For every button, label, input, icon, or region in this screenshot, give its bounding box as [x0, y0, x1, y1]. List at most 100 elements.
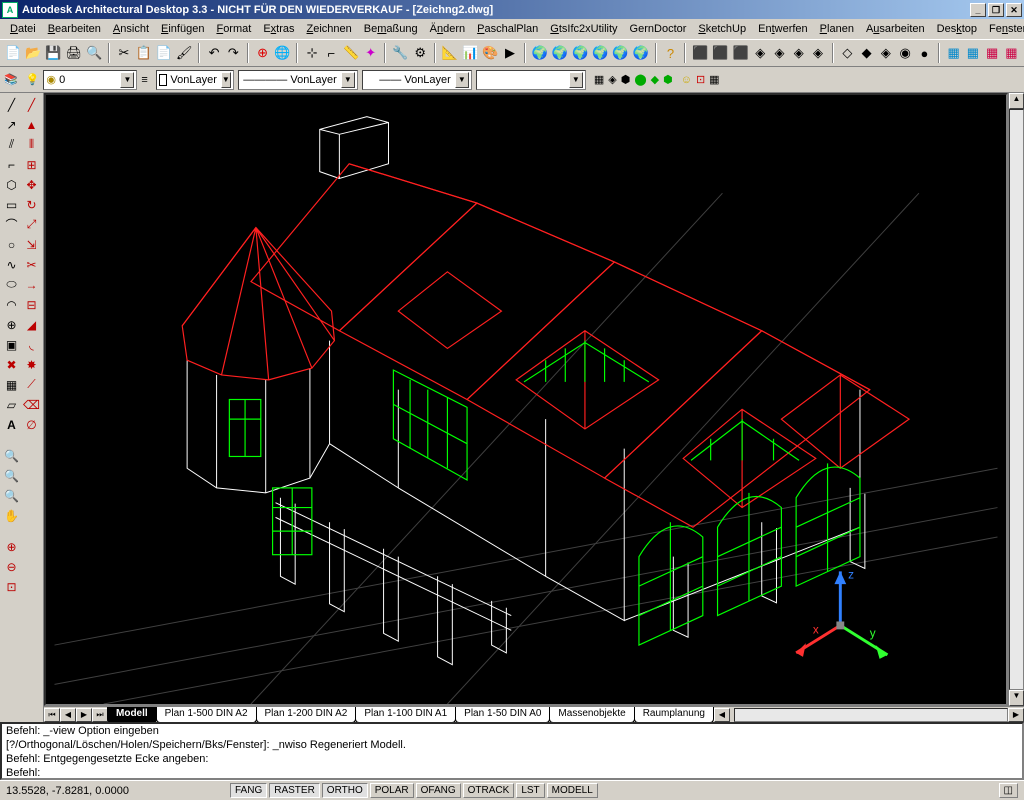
view-iso1-icon[interactable]: ◈ — [752, 43, 769, 63]
close-button[interactable]: ✕ — [1006, 3, 1022, 17]
tab-plan-1-100[interactable]: Plan 1-100 DIN A1 — [355, 707, 456, 723]
tab-prev-icon[interactable]: ◀ — [60, 708, 76, 722]
vp4-icon[interactable]: ▦ — [1003, 43, 1020, 63]
status-raster[interactable]: RASTER — [269, 783, 320, 798]
pline-icon[interactable]: ⌐ — [2, 155, 21, 174]
status-lst[interactable]: LST — [516, 783, 544, 798]
menu-entwerfen[interactable]: Entwerfen — [752, 21, 814, 37]
erase-icon[interactable]: ∅ — [22, 415, 41, 434]
dropdown-icon[interactable]: ▼ — [120, 72, 134, 88]
run-icon[interactable]: ▶ — [501, 43, 518, 63]
polygon-icon[interactable]: ⬡ — [2, 175, 21, 194]
hatch-icon[interactable]: ▦ — [2, 375, 21, 394]
fillet-icon[interactable]: ◟ — [22, 335, 41, 354]
lineweight-combo[interactable]: —— VonLayer▼ — [362, 70, 472, 90]
zoom-extents-icon[interactable]: ⊡ — [2, 577, 21, 596]
line-icon[interactable]: ╱ — [2, 95, 21, 114]
spline-icon[interactable]: ∿ — [2, 255, 21, 274]
explode-icon[interactable]: ✸ — [22, 355, 41, 374]
redo-icon[interactable]: ↷ — [225, 43, 242, 63]
scroll-down-icon[interactable]: ▼ — [1009, 690, 1024, 706]
dropdown-icon[interactable]: ▼ — [221, 72, 231, 88]
menu-bearbeiten[interactable]: Bearbeiten — [42, 21, 107, 37]
tab-plan-1-500[interactable]: Plan 1-500 DIN A2 — [156, 707, 257, 723]
tab-next-icon[interactable]: ▶ — [76, 708, 92, 722]
globe4-icon[interactable]: 🌍 — [591, 43, 609, 63]
globe5-icon[interactable]: 🌍 — [611, 43, 629, 63]
today-icon[interactable]: ⊕ — [254, 43, 271, 63]
dcenter-icon[interactable]: 📐 — [441, 43, 459, 63]
zoom-prev-icon[interactable]: 🔍 — [2, 486, 21, 505]
ellipse-icon[interactable]: ⬭ — [2, 275, 21, 294]
open-icon[interactable]: 📂 — [24, 43, 42, 63]
obj3-icon[interactable]: ⬢ — [621, 73, 631, 86]
obj5-icon[interactable]: ◆ — [651, 73, 659, 86]
menu-planen[interactable]: Planen — [814, 21, 860, 37]
plotstyle-combo[interactable]: ▼ — [476, 70, 586, 90]
hscroll-track[interactable] — [734, 708, 1008, 722]
hyperlink-icon[interactable]: 🌐 — [273, 43, 291, 63]
ucs-icon[interactable]: ⌐ — [323, 43, 340, 63]
menu-ausarbeiten[interactable]: Ausarbeiten — [860, 21, 931, 37]
offset-icon[interactable]: ⫴ — [22, 135, 41, 154]
zoom-out-icon[interactable]: ⊖ — [2, 557, 21, 576]
view-top-icon[interactable]: ⬛ — [691, 43, 709, 63]
arc-icon[interactable]: ⌒ — [2, 215, 21, 234]
face2-icon[interactable]: ⊡ — [696, 73, 705, 86]
cut-icon[interactable]: ✂ — [115, 43, 132, 63]
rect-icon[interactable]: ▭ — [2, 195, 21, 214]
menu-gerndoctor[interactable]: GernDoctor — [624, 21, 693, 37]
menu-fenster[interactable]: Fenster — [983, 21, 1024, 37]
obj2-icon[interactable]: ◈ — [608, 73, 616, 86]
view-iso4-icon[interactable]: ◈ — [809, 43, 826, 63]
rotate-icon[interactable]: ↻ — [22, 195, 41, 214]
shade2-icon[interactable]: ◆ — [858, 43, 875, 63]
vp1-icon[interactable]: ▦ — [945, 43, 962, 63]
layer-filter-icon[interactable]: 💡 — [26, 73, 40, 86]
linetype-combo[interactable]: ———— VonLayer▼ — [238, 70, 358, 90]
menu-aendern[interactable]: Ändern — [424, 21, 472, 37]
lengthen-icon[interactable]: ⟋ — [22, 375, 41, 394]
copy-icon[interactable]: 📋 — [135, 43, 153, 63]
move-icon[interactable]: ✥ — [22, 175, 41, 194]
menu-format[interactable]: Format — [210, 21, 257, 37]
trim-icon[interactable]: ✂ — [22, 255, 41, 274]
view-iso2-icon[interactable]: ◈ — [771, 43, 788, 63]
vp3-icon[interactable]: ▦ — [984, 43, 1001, 63]
new-icon[interactable]: 📄 — [4, 43, 22, 63]
globe1-icon[interactable]: 🌍 — [531, 43, 549, 63]
mline-icon[interactable]: ⫽ — [2, 135, 21, 154]
save-icon[interactable]: 💾 — [44, 43, 62, 63]
zoom-realtime-icon[interactable]: 🔍 — [2, 446, 21, 465]
zoom-window-icon[interactable]: 🔍 — [2, 466, 21, 485]
menu-einfuegen[interactable]: Einfügen — [155, 21, 210, 37]
shade1-icon[interactable]: ◇ — [839, 43, 856, 63]
dropdown-icon[interactable]: ▼ — [341, 72, 355, 88]
stretch-icon[interactable]: ⇲ — [22, 235, 41, 254]
ray-icon[interactable]: ↗ — [2, 115, 21, 134]
edit-icon[interactable]: ⌫ — [22, 395, 41, 414]
dropdown-icon[interactable]: ▼ — [569, 72, 583, 88]
color-combo[interactable]: VonLayer▼ — [156, 70, 234, 90]
tab-massenobjekte[interactable]: Massenobjekte — [549, 707, 634, 723]
globe3-icon[interactable]: 🌍 — [571, 43, 589, 63]
scale-icon[interactable]: ⤢ — [22, 215, 41, 234]
status-tray-icon[interactable]: ◫ — [999, 783, 1018, 798]
layer-prev-icon[interactable]: ≡ — [141, 74, 147, 86]
status-otrack[interactable]: OTRACK — [463, 783, 515, 798]
tool2-icon[interactable]: ⚙ — [412, 43, 429, 63]
tab-plan-1-50[interactable]: Plan 1-50 DIN A0 — [455, 707, 550, 723]
scroll-track[interactable] — [1009, 109, 1024, 690]
obj6-icon[interactable]: ⬢ — [663, 73, 673, 86]
obj4-icon[interactable]: ⬤ — [634, 73, 646, 86]
menu-datei[interactable]: Datei — [4, 21, 42, 37]
view-iso3-icon[interactable]: ◈ — [790, 43, 807, 63]
obj1-icon[interactable]: ▦ — [594, 73, 604, 86]
status-modell[interactable]: MODELL — [547, 783, 598, 798]
tab-first-icon[interactable]: ⏮ — [44, 708, 60, 722]
globe6-icon[interactable]: 🌍 — [632, 43, 650, 63]
paste-icon[interactable]: 📄 — [155, 43, 173, 63]
view-front-icon[interactable]: ⬛ — [711, 43, 729, 63]
region-icon[interactable]: ▱ — [2, 395, 21, 414]
status-polar[interactable]: POLAR — [370, 783, 414, 798]
